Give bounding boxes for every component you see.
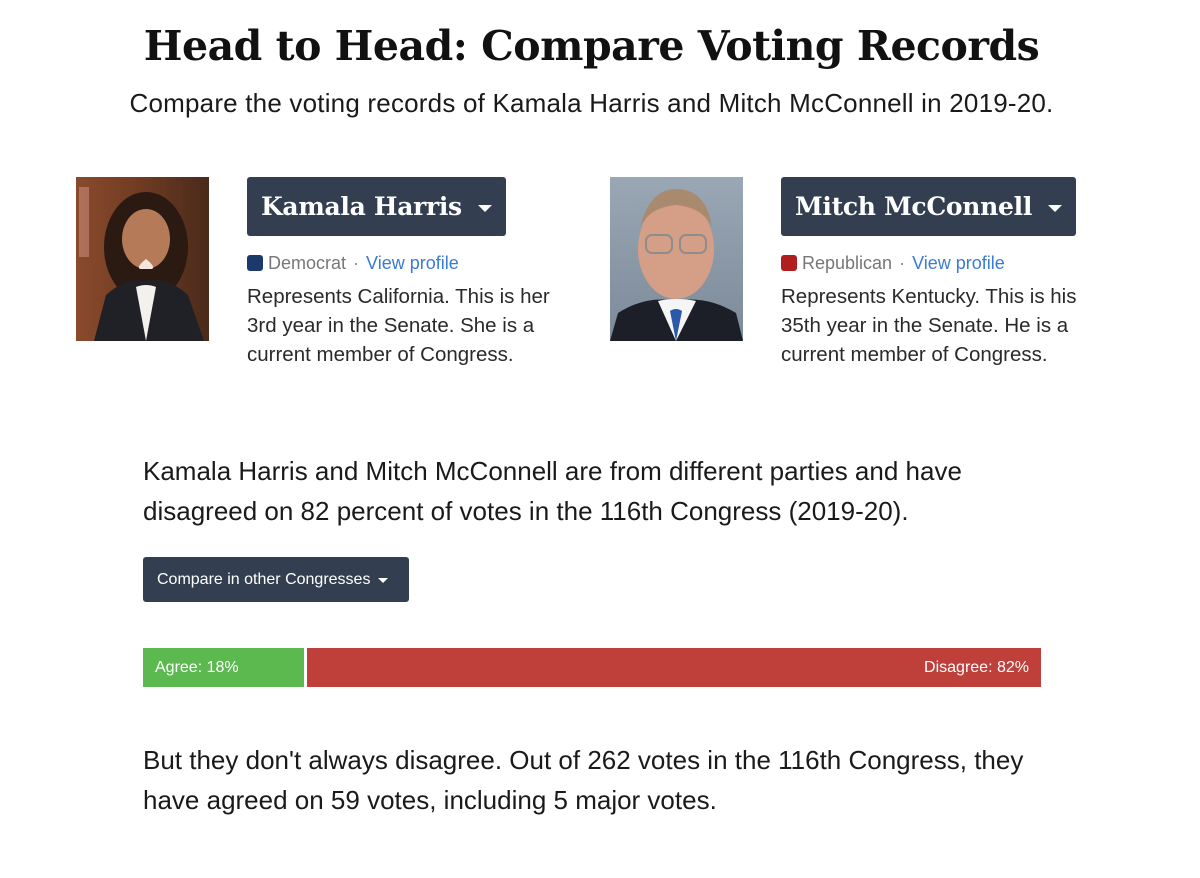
chevron-down-icon [378, 578, 389, 583]
page-title: Head to Head: Compare Voting Records [143, 22, 1040, 70]
member-photo-mcconnell [610, 177, 743, 341]
party-label: Democrat [268, 252, 347, 273]
party-color-swatch [247, 255, 263, 271]
congress-selector-label: Compare in other Congresses [157, 570, 371, 588]
agreement-details: But they don't always disagree. Out of 2… [143, 745, 1024, 815]
separator: · [353, 252, 360, 273]
page-subtitle: Compare the voting records of Kamala Har… [129, 88, 1054, 118]
member-bio-mcconnell: Represents Kentucky. This is his 35th ye… [781, 285, 1077, 366]
party-color-swatch [781, 255, 797, 271]
portrait-photo-icon [610, 177, 743, 341]
member-name: Kamala Harris [261, 192, 462, 221]
chevron-down-icon [1048, 204, 1063, 212]
agree-label: Agree: 18% [155, 658, 239, 676]
chevron-down-icon [477, 204, 492, 212]
agreement-bar: Agree: 18% Disagree: 82% [143, 648, 1041, 687]
disagree-label: Disagree: 82% [924, 658, 1029, 676]
disagree-segment: Disagree: 82% [307, 648, 1041, 687]
compare-other-congresses-button[interactable]: Compare in other Congresses [143, 557, 409, 602]
agree-segment: Agree: 18% [143, 648, 304, 687]
portrait-photo-icon [76, 177, 209, 341]
member-info-harris: Kamala Harris Democrat · View profile Re… [247, 177, 577, 369]
member-select-mcconnell[interactable]: Mitch McConnell [781, 177, 1077, 236]
view-profile-link-mcconnell[interactable]: View profile [912, 253, 1005, 274]
member-photo-harris [76, 177, 209, 341]
member-info-mcconnell: Mitch McConnell Republican · View profil… [781, 177, 1111, 369]
comparison-summary: Kamala Harris and Mitch McConnell are fr… [143, 456, 962, 526]
party-line-mcconnell: Republican · View profile [781, 252, 1111, 274]
view-profile-link-harris[interactable]: View profile [366, 253, 459, 274]
party-label: Republican [802, 252, 893, 273]
separator: · [899, 252, 906, 273]
member-name: Mitch McConnell [795, 192, 1033, 221]
party-line-harris: Democrat · View profile [247, 252, 577, 274]
member-select-harris[interactable]: Kamala Harris [247, 177, 506, 236]
member-bio-harris: Represents California. This is her 3rd y… [247, 285, 550, 366]
